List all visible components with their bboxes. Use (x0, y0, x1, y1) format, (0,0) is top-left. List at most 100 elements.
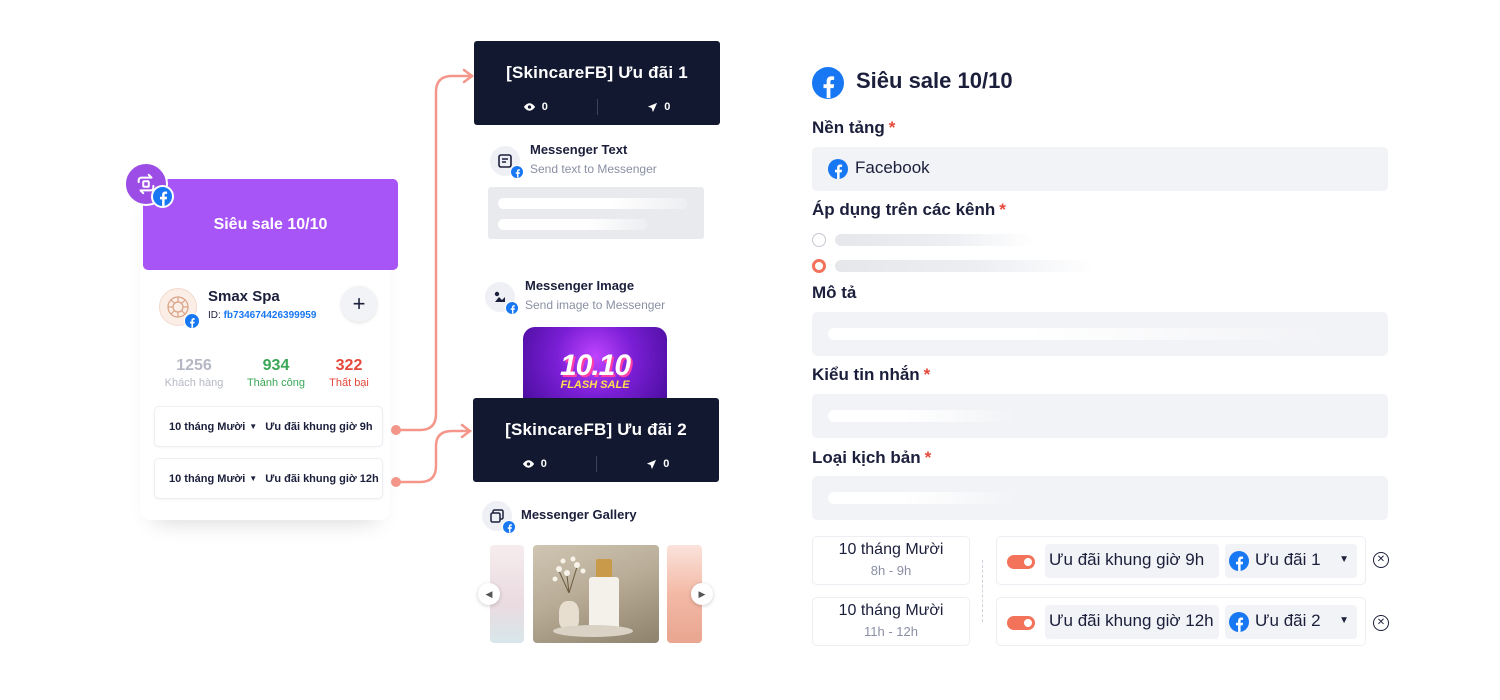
input-skeleton (828, 328, 1328, 340)
flow-card-metrics: 0 0 (474, 99, 720, 115)
slot-name-input[interactable]: Ưu đãi khung giờ 9h (1045, 544, 1219, 578)
views-metric: 0 (473, 458, 596, 470)
facebook-icon (184, 313, 200, 329)
views-count: 0 (541, 101, 548, 113)
label-text: Nền tảng (812, 118, 885, 137)
label-text: Áp dụng trên các kênh (812, 200, 996, 219)
schedule-slot-row[interactable]: 10 tháng Mười ▼ Ưu đãi khung giờ 12h (154, 458, 383, 499)
flow-card-offer-1[interactable]: [SkincareFB] Ưu đãi 1 0 0 (474, 41, 720, 125)
slot-name-input[interactable]: Ưu đãi khung giờ 12h (1045, 605, 1219, 639)
gallery-next-button[interactable]: ▶ (691, 583, 713, 605)
required-mark: * (924, 448, 932, 467)
messenger-gallery-title: Messenger Gallery (521, 507, 637, 522)
facebook-icon (502, 520, 516, 534)
chevron-left-icon: ◀ (485, 588, 493, 599)
flow-card-title: [SkincareFB] Ưu đãi 1 (506, 63, 688, 82)
views-count: 0 (540, 458, 547, 470)
messenger-image-title: Messenger Image (525, 278, 635, 293)
eye-icon (523, 103, 535, 111)
schedule-time[interactable]: 10 tháng Mười 11h - 12h (812, 597, 970, 646)
slot-toggle[interactable] (1007, 616, 1035, 630)
gallery-prev-button[interactable]: ◀ (478, 583, 500, 605)
description-label: Mô tả (812, 283, 856, 303)
text-message-preview (488, 187, 704, 239)
stone-illustration (553, 625, 633, 637)
slot-toggle[interactable] (1007, 555, 1035, 569)
message-type-select[interactable] (812, 394, 1388, 438)
chevron-right-icon: ▶ (698, 588, 706, 599)
block-divider (484, 254, 708, 266)
platform-select[interactable]: Facebook (812, 147, 1388, 191)
facebook-icon (1229, 551, 1249, 571)
stat-label: Thành công (246, 377, 306, 389)
messenger-text-subtitle: Send text to Messenger (530, 162, 657, 176)
schedule-hours: 8h - 9h (870, 563, 912, 578)
messenger-image-icon (485, 282, 519, 315)
script-select-value: Ưu đãi 1 (1255, 550, 1321, 569)
stat-value: 934 (262, 357, 290, 374)
send-icon (648, 102, 658, 112)
slot-day[interactable]: 10 tháng Mười (169, 421, 245, 433)
channels-label: Áp dụng trên các kênh * (812, 200, 1006, 220)
platform-label: Nền tảng * (812, 118, 895, 138)
facebook-icon (510, 165, 524, 179)
description-input[interactable] (812, 312, 1388, 356)
page-avatar (159, 288, 200, 329)
skeleton-line (498, 219, 648, 230)
required-mark: * (923, 365, 931, 384)
facebook-icon (1229, 612, 1249, 632)
schedule-slot: Ưu đãi khung giờ 12h Ưu đãi 2 ▼ (996, 597, 1366, 646)
input-skeleton (828, 492, 1018, 504)
views-metric: 0 (474, 101, 597, 113)
gallery-carousel (490, 545, 702, 643)
flow-card-offer-2[interactable]: [SkincareFB] Ưu đãi 2 0 0 (473, 398, 719, 482)
channel-radio[interactable] (812, 233, 826, 247)
flowers-illustration (552, 556, 586, 593)
caret-down-icon: ▼ (249, 422, 258, 431)
form-bottom-shadow (820, 640, 1380, 654)
messenger-text-icon (490, 146, 524, 179)
stat-value: 1256 (176, 357, 212, 374)
campaign-banner[interactable]: Siêu sale 10/10 (143, 179, 398, 270)
stat-customers: 1256 Khách hàng (154, 357, 234, 389)
stat-failed: 322 Thất bại (309, 357, 389, 389)
sent-count: 0 (664, 101, 671, 113)
schedule-connector (982, 560, 983, 622)
send-icon (647, 459, 657, 469)
block-divider (478, 654, 710, 666)
message-type-label: Kiểu tin nhắn * (812, 365, 930, 385)
skeleton-line (498, 198, 688, 209)
form-title: Siêu sale 10/10 (856, 68, 1013, 93)
script-select[interactable]: Ưu đãi 1 ▼ (1225, 544, 1357, 578)
schedule-time[interactable]: 10 tháng Mười 8h - 9h (812, 536, 970, 585)
schedule-day: 10 tháng Mười (838, 602, 944, 619)
schedule-slot: Ưu đãi khung giờ 9h Ưu đãi 1 ▼ (996, 536, 1366, 585)
remove-slot-icon[interactable]: ✕ (1373, 552, 1389, 568)
slot-day[interactable]: 10 tháng Mười (169, 473, 245, 485)
label-text: Loại kịch bản (812, 448, 921, 467)
add-button[interactable]: + (341, 286, 377, 322)
remove-slot-icon[interactable]: ✕ (1373, 615, 1389, 631)
script-select[interactable]: Ưu đãi 2 ▼ (1225, 605, 1357, 639)
platform-value: Facebook (855, 158, 930, 177)
facebook-icon (505, 301, 519, 315)
gallery-image (533, 545, 659, 643)
serum-bottle (589, 577, 619, 631)
schedule-slot-row[interactable]: 10 tháng Mười ▼ Ưu đãi khung giờ 9h (154, 406, 383, 447)
page-id-label: ID: (208, 310, 221, 321)
flow-card-title: [SkincareFB] Ưu đãi 2 (505, 420, 687, 439)
stat-label: Khách hàng (164, 377, 224, 389)
channel-name-skeleton (835, 260, 1095, 272)
stat-label: Thất bại (329, 377, 369, 389)
script-type-select[interactable] (812, 476, 1388, 520)
campaign-title: Siêu sale 10/10 (213, 215, 328, 233)
caret-down-icon: ▼ (1339, 554, 1349, 565)
bottle-cap (596, 559, 612, 579)
schedule-hours: 11h - 12h (864, 624, 918, 639)
stat-value: 322 (335, 357, 363, 374)
page-name: Smax Spa (208, 288, 280, 305)
facebook-icon (828, 159, 848, 179)
channel-radio-selected[interactable] (812, 259, 826, 273)
caret-down-icon: ▼ (1339, 615, 1349, 626)
input-skeleton (828, 410, 1018, 422)
